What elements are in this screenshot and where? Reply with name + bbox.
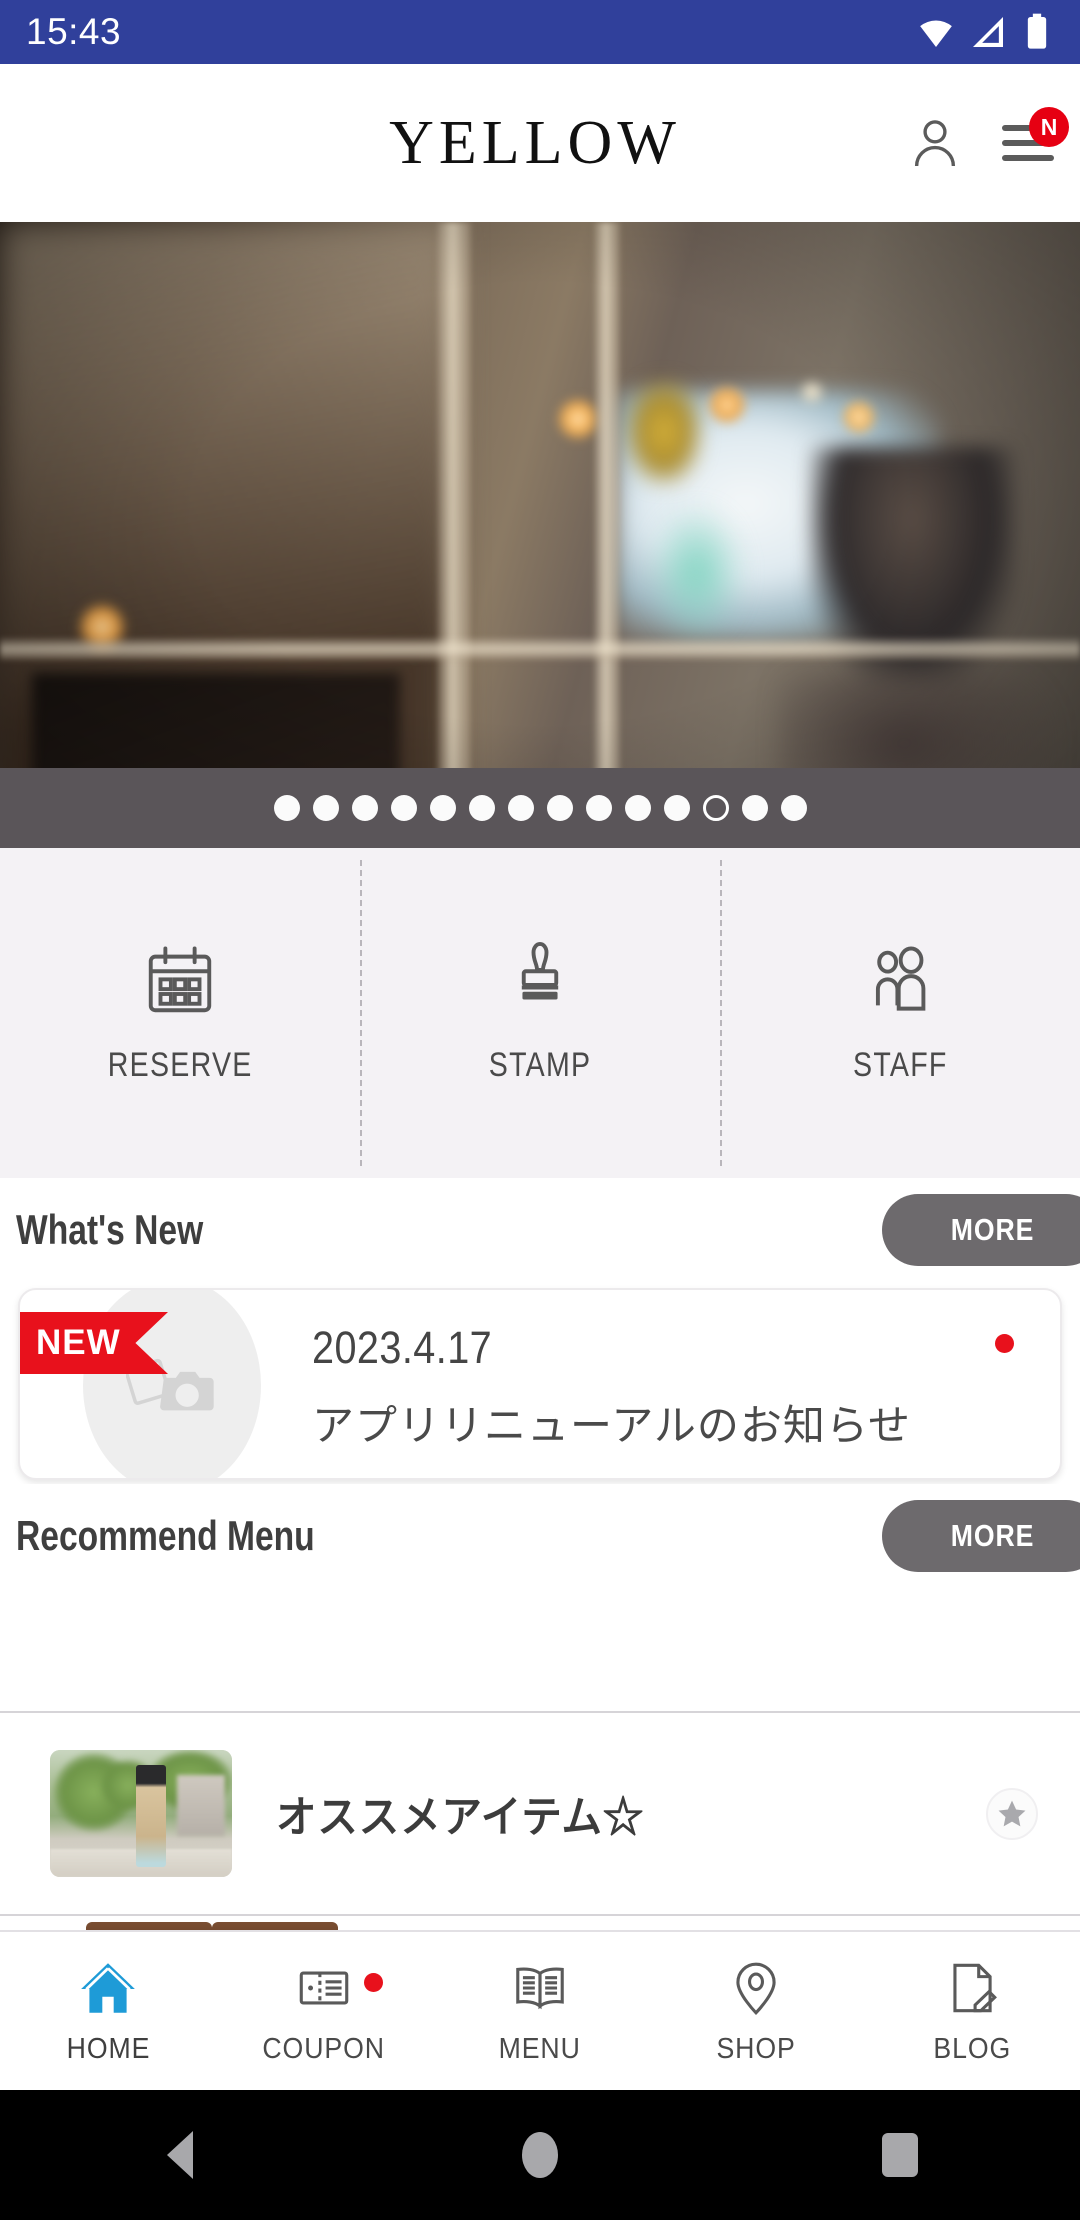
carousel-dot[interactable] — [429, 795, 456, 821]
nav-item-shop[interactable]: SHOP — [648, 1957, 864, 2066]
menu-list-item[interactable]: オススメアイテム☆ — [0, 1711, 1080, 1914]
carousel-dot[interactable] — [663, 795, 690, 821]
system-back-button[interactable] — [80, 2090, 280, 2220]
recommend-menu-more-button[interactable]: MORE — [882, 1500, 1080, 1572]
carousel-dot[interactable] — [468, 795, 495, 821]
bottom-navigation: HOME COUPON MENU SHOP BLOG — [0, 1930, 1080, 2090]
carousel-dot[interactable] — [741, 795, 768, 821]
wifi-icon — [920, 20, 952, 47]
quick-action-label: STAFF — [852, 1045, 948, 1084]
recents-square-icon — [882, 2133, 918, 2177]
nav-label: MENU — [498, 2032, 582, 2065]
nav-label: COUPON — [262, 2032, 386, 2065]
book-icon — [516, 1966, 564, 2009]
menu-button[interactable]: N — [1000, 107, 1069, 165]
back-triangle-icon — [167, 2131, 193, 2179]
carousel-dot-active[interactable] — [702, 795, 729, 821]
menu-item-title: オススメアイテム☆ — [276, 1793, 645, 1842]
carousel-dot[interactable] — [390, 795, 417, 821]
quick-action-reserve[interactable]: RESERVE — [0, 848, 360, 1178]
carousel-dots[interactable] — [0, 768, 1080, 848]
menu-item-thumbnail — [50, 1750, 232, 1877]
carousel-dot[interactable] — [351, 795, 378, 821]
stamp-icon — [521, 941, 559, 1000]
header-actions: N — [906, 64, 1069, 222]
system-home-button[interactable] — [440, 2090, 640, 2220]
system-navigation-bar — [0, 2090, 1080, 2220]
signal-icon — [973, 17, 1003, 47]
coupon-badge-dot — [364, 1972, 383, 1992]
recommend-menu-header: Recommend Menu MORE — [0, 1484, 1080, 1588]
carousel-dot[interactable] — [585, 795, 612, 821]
more-label: MORE — [950, 1212, 1034, 1247]
carousel-dot[interactable] — [546, 795, 573, 821]
people-icon — [875, 946, 926, 1011]
nav-label: BLOG — [933, 2032, 1011, 2065]
news-unread-dot — [995, 1334, 1014, 1353]
location-pin-icon — [736, 1962, 776, 2015]
home-circle-icon — [522, 2132, 558, 2178]
nav-item-coupon[interactable]: COUPON — [216, 1957, 432, 2066]
news-date: 2023.4.17 — [312, 1322, 493, 1373]
quick-action-label: STAMP — [488, 1045, 592, 1084]
status-icons — [916, 12, 1054, 52]
battery-icon — [1027, 13, 1047, 49]
whats-new-more-button[interactable]: MORE — [882, 1194, 1080, 1266]
menu-badge: N — [1029, 107, 1069, 147]
quick-action-label: RESERVE — [107, 1045, 253, 1084]
news-title: アプリリニューアルのお知らせ — [312, 1402, 912, 1449]
carousel-dot[interactable] — [624, 795, 651, 821]
quick-actions: RESERVE STAMP STAFF — [0, 848, 1080, 1178]
document-pen-icon — [953, 1963, 997, 2012]
status-bar: 15:43 — [0, 0, 1080, 64]
nav-item-menu[interactable]: MENU — [432, 1957, 648, 2066]
news-card[interactable]: NEW 2023.4.17 アプリリニューアルのお知らせ — [18, 1288, 1062, 1480]
nav-item-home[interactable]: HOME — [0, 1957, 216, 2066]
carousel-dot[interactable] — [507, 795, 534, 821]
nav-label: HOME — [66, 2032, 150, 2065]
home-icon — [81, 1962, 135, 2013]
news-body: 2023.4.17 アプリリニューアルのお知らせ — [312, 1322, 970, 1453]
app-header: YELLOW N — [0, 64, 1080, 222]
account-button[interactable] — [906, 114, 964, 172]
nav-label: SHOP — [716, 2032, 796, 2065]
hero-image — [0, 222, 1080, 848]
menu-item-star-badge[interactable] — [986, 1787, 1038, 1840]
quick-action-staff[interactable]: STAFF — [720, 848, 1080, 1178]
calendar-icon — [148, 946, 212, 1012]
person-icon — [914, 120, 956, 167]
carousel-dot[interactable] — [312, 795, 339, 821]
app-screen: 15:43 YELLOW N RESERVE STAMP STAFF What'… — [0, 0, 1080, 2220]
section-title: Recommend Menu — [16, 1512, 315, 1559]
section-title: What's New — [16, 1206, 204, 1253]
carousel-dot[interactable] — [273, 795, 300, 821]
hero-carousel[interactable] — [0, 222, 1080, 848]
system-recents-button[interactable] — [800, 2090, 1000, 2220]
nav-item-blog[interactable]: BLOG — [864, 1957, 1080, 2066]
star-icon — [998, 1800, 1026, 1826]
recommend-menu-list: オススメアイテム☆ — [0, 1711, 1080, 1942]
quick-action-stamp[interactable]: STAMP — [360, 848, 720, 1178]
more-label: MORE — [950, 1518, 1034, 1553]
status-time: 15:43 — [26, 11, 122, 52]
coupon-icon — [299, 1970, 349, 2005]
whats-new-header: What's New MORE — [0, 1178, 1080, 1282]
carousel-dot[interactable] — [780, 795, 807, 821]
